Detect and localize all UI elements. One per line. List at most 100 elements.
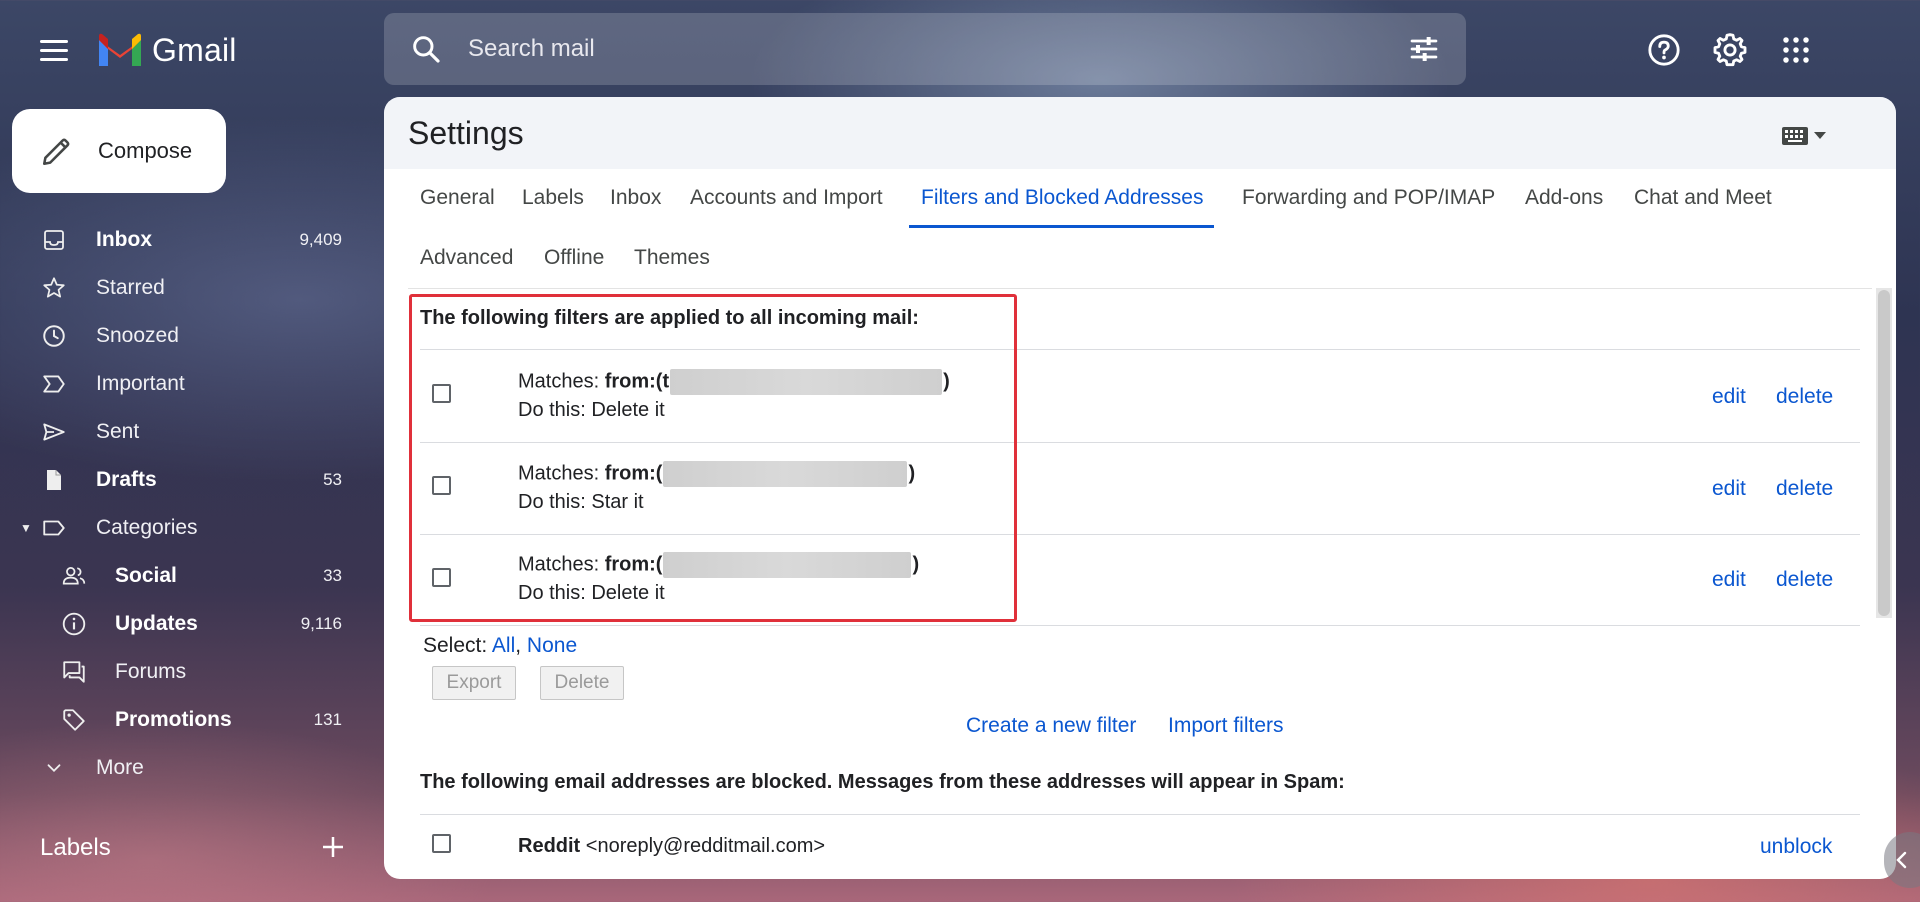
filters-heading: The following filters are applied to all… [420, 307, 919, 329]
main-menu-button[interactable] [28, 28, 80, 72]
sidebar-item-label: Starred [96, 276, 165, 299]
import-filters-link[interactable]: Import filters [1168, 714, 1284, 738]
tab-labels[interactable]: Labels [522, 186, 584, 210]
filter-delete-link[interactable]: delete [1776, 568, 1833, 592]
sidebar-item-sent[interactable]: Sent [0, 408, 360, 456]
tab-themes[interactable]: Themes [634, 246, 710, 270]
sidebar-item-snoozed[interactable]: Snoozed [0, 312, 360, 360]
tab-forwarding-and-pop-imap[interactable]: Forwarding and POP/IMAP [1242, 186, 1495, 210]
search-icon[interactable] [410, 33, 442, 65]
tab-accounts-and-import[interactable]: Accounts and Import [690, 186, 883, 210]
compose-label: Compose [98, 138, 193, 163]
label-icon [40, 514, 68, 542]
tab-general[interactable]: General [420, 186, 495, 210]
tag-icon [60, 706, 88, 734]
menu-bar [40, 48, 68, 52]
divider [420, 814, 1860, 815]
filter-checkbox[interactable] [432, 384, 451, 403]
blocked-checkbox[interactable] [432, 834, 451, 853]
filter-delete-link[interactable]: delete [1776, 385, 1833, 409]
filter-match-text: Matches: from:() [518, 461, 915, 487]
sidebar-item-count: 9,116 [300, 614, 342, 633]
filter-delete-link[interactable]: delete [1776, 477, 1833, 501]
delete-button[interactable]: Delete [540, 666, 624, 700]
scrollbar-thumb[interactable] [1878, 290, 1890, 616]
sidebar-item-forums[interactable]: Forums [0, 648, 360, 696]
sidebar-item-starred[interactable]: Starred [0, 264, 360, 312]
caret-down-icon[interactable]: ▼ [20, 521, 32, 535]
unblock-link[interactable]: unblock [1760, 835, 1832, 859]
export-button[interactable]: Export [432, 666, 516, 700]
sidebar-item-label: Updates [115, 612, 198, 635]
filter-checkbox[interactable] [432, 476, 451, 495]
sidebar-item-label: Inbox [96, 228, 152, 251]
sidebar-item-count: 9,409 [299, 230, 342, 249]
create-filter-link[interactable]: Create a new filter [966, 714, 1136, 738]
tab-chat-and-meet[interactable]: Chat and Meet [1634, 186, 1772, 210]
settings-gear-icon[interactable] [1710, 30, 1750, 70]
divider [420, 534, 1860, 535]
sidebar-nav: Inbox 9,409 Starred Snoozed Important Se… [0, 216, 360, 792]
side-panel-toggle[interactable] [1884, 832, 1920, 888]
sidebar-item-updates[interactable]: Updates 9,116 [0, 600, 360, 648]
sidebar-item-categories[interactable]: ▼ Categories [0, 504, 360, 552]
filter-edit-link[interactable]: edit [1712, 568, 1746, 592]
filter-match-label: Matches: [518, 462, 605, 485]
active-tab-indicator [909, 225, 1214, 228]
tabs-divider [408, 288, 1872, 289]
sidebar-item-label: More [96, 756, 144, 779]
blocked-heading: The following email addresses are blocke… [420, 771, 1345, 793]
menu-bar [40, 39, 68, 43]
sidebar-item-more[interactable]: More [0, 744, 360, 792]
help-icon[interactable] [1644, 30, 1684, 70]
search-options-icon[interactable] [1408, 33, 1440, 65]
apps-grid-icon[interactable] [1776, 30, 1816, 70]
filter-edit-link[interactable]: edit [1712, 385, 1746, 409]
select-separator: , [515, 634, 522, 657]
filter-match-key: from:( [604, 462, 663, 485]
sidebar-item-label: Social [115, 564, 177, 587]
add-label-icon[interactable] [318, 832, 348, 862]
filter-match-label: Matches: [518, 370, 605, 393]
select-none-link[interactable]: None [527, 634, 577, 657]
info-icon [60, 610, 88, 638]
forum-icon [60, 658, 88, 686]
tab-filters-and-blocked-addresses[interactable]: Filters and Blocked Addresses [921, 186, 1203, 210]
select-all-link[interactable]: All [492, 634, 515, 657]
select-controls: Select: All, None [423, 634, 577, 658]
sidebar-item-count: 131 [313, 710, 342, 729]
tab-add-ons[interactable]: Add-ons [1525, 186, 1603, 210]
filter-match-key: from:( [604, 370, 663, 393]
sidebar-item-label: Promotions [115, 708, 232, 731]
tab-inbox[interactable]: Inbox [610, 186, 661, 210]
tab-advanced[interactable]: Advanced [420, 246, 513, 270]
filter-action: Do this: Delete it [518, 399, 665, 421]
star-icon [40, 274, 68, 302]
compose-button[interactable]: Compose [12, 109, 226, 193]
sidebar-item-label: Drafts [96, 468, 157, 491]
sidebar-item-drafts[interactable]: Drafts 53 [0, 456, 360, 504]
sidebar-item-label: Sent [96, 420, 140, 443]
filter-edit-link[interactable]: edit [1712, 477, 1746, 501]
sidebar-item-social[interactable]: Social 33 [0, 552, 360, 600]
sidebar-item-inbox[interactable]: Inbox 9,409 [0, 216, 360, 264]
blocked-name: Reddit [518, 835, 581, 857]
gmail-m-icon [99, 33, 141, 66]
tab-offline[interactable]: Offline [544, 246, 604, 270]
gmail-logo[interactable]: Gmail [96, 28, 237, 72]
filter-match-label: Matches: [518, 553, 605, 576]
chevron-down-icon [40, 754, 68, 782]
menu-bar [40, 57, 68, 61]
sidebar-item-count: 33 [323, 566, 342, 585]
labels-heading: Labels [40, 834, 111, 861]
search-input[interactable] [468, 29, 1408, 69]
input-tools-button[interactable] [1782, 121, 1842, 151]
divider [420, 442, 1860, 443]
filter-match-visible: t [662, 370, 670, 393]
sidebar-item-promotions[interactable]: Promotions 131 [0, 696, 360, 744]
chevron-left-icon [1896, 851, 1907, 869]
filter-match-close: ) [943, 370, 950, 393]
sidebar-item-important[interactable]: Important [0, 360, 360, 408]
draft-icon [40, 466, 68, 494]
filter-checkbox[interactable] [432, 568, 451, 587]
